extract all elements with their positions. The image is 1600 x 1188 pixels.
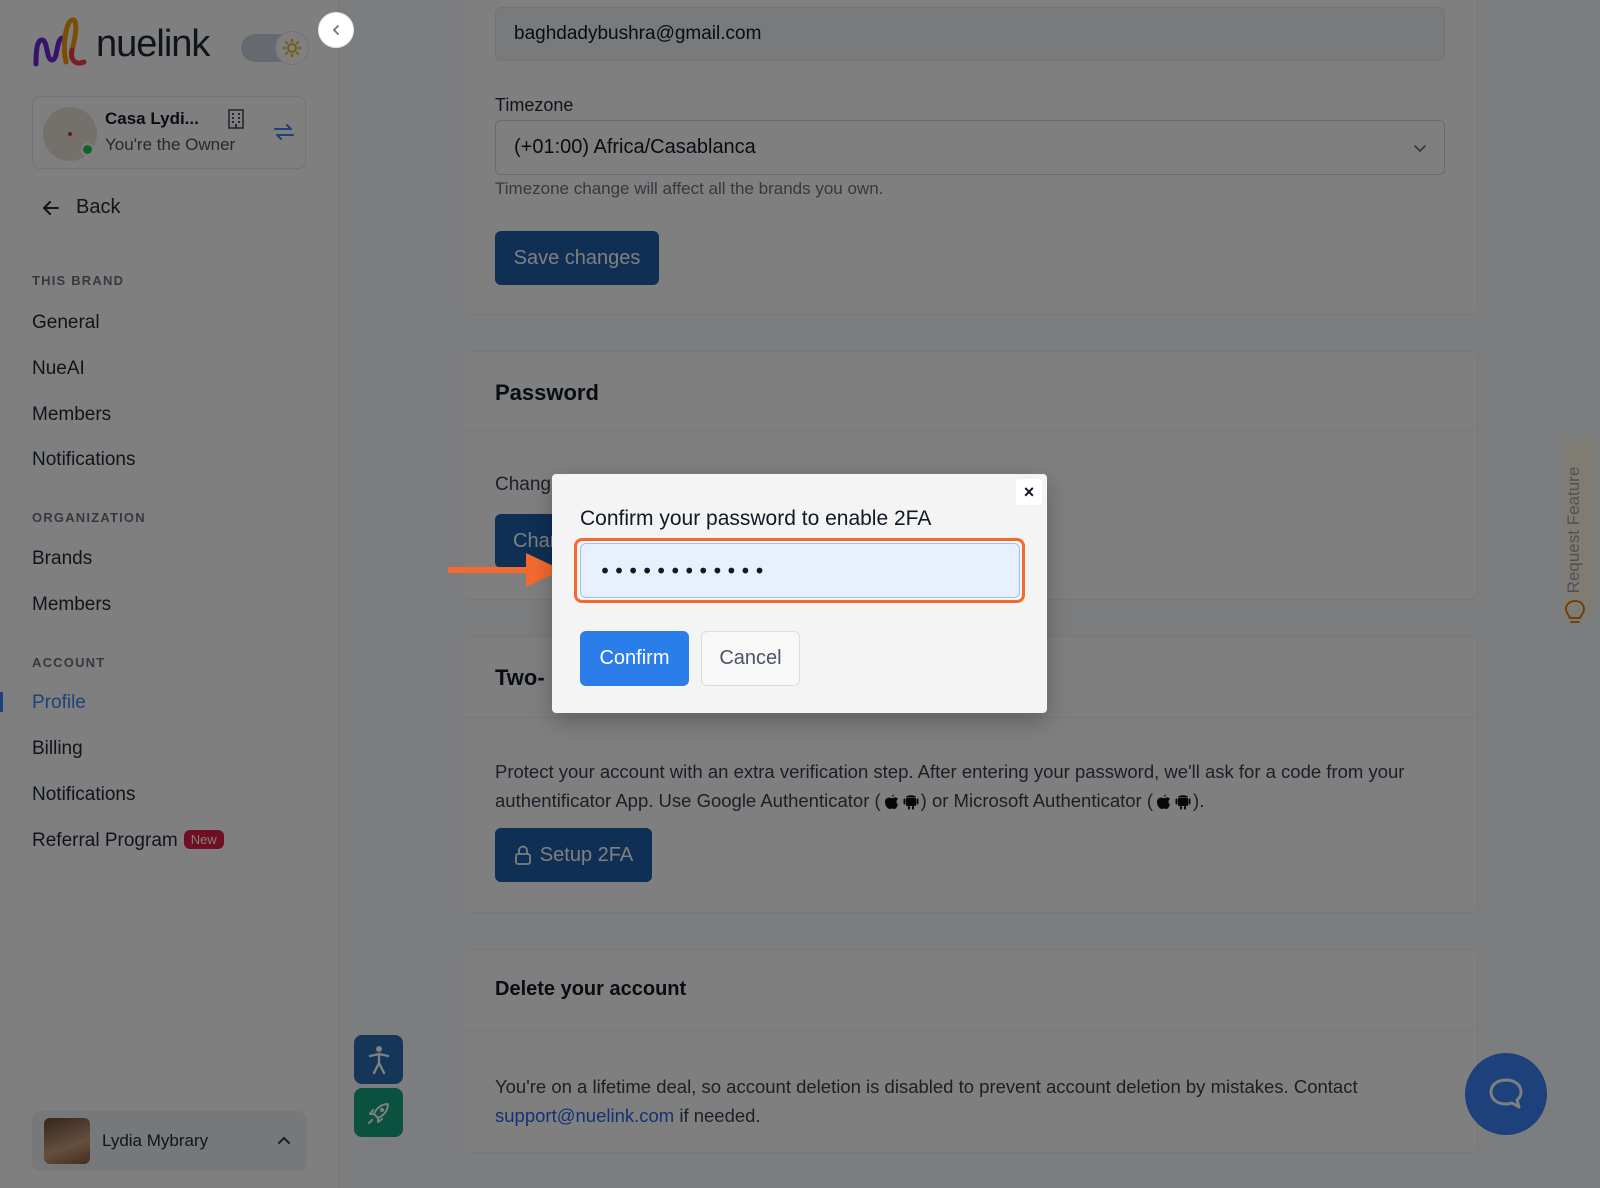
collapse-sidebar-button[interactable] [318,12,354,48]
cancel-button[interactable]: Cancel [701,631,800,686]
password-input[interactable] [580,543,1020,598]
dialog-title: Confirm your password to enable 2FA [580,507,932,530]
confirm-password-dialog: × Confirm your password to enable 2FA Co… [552,474,1047,713]
close-icon[interactable]: × [1016,479,1042,505]
confirm-button[interactable]: Confirm [580,631,689,686]
chevron-left-icon [332,25,339,35]
highlight-arrow-icon [448,553,562,587]
